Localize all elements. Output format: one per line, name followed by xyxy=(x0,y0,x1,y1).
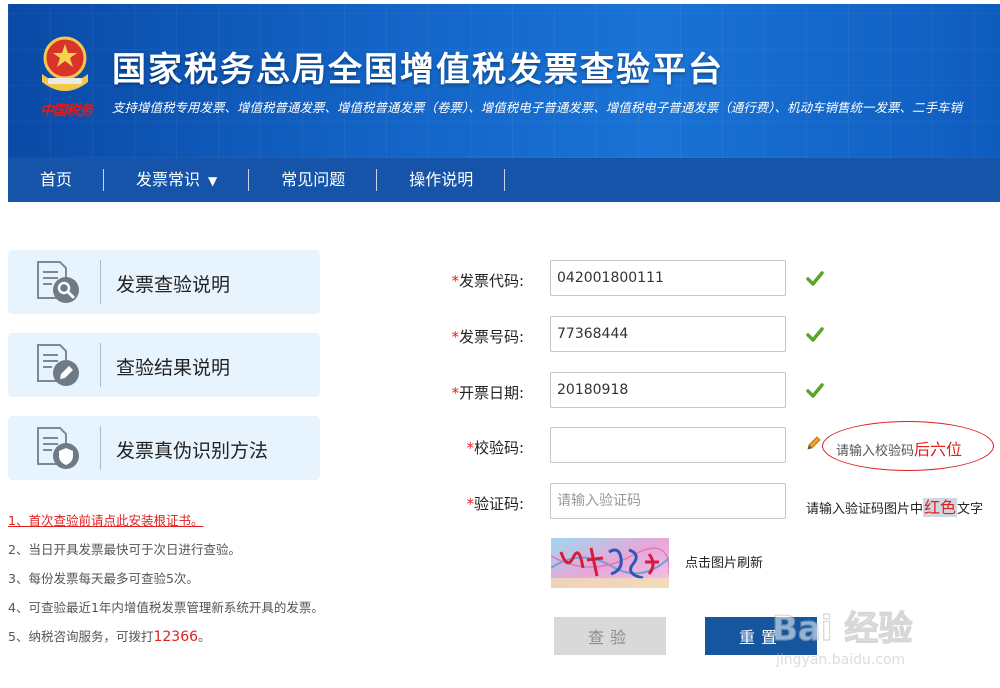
valid-check-icon xyxy=(806,327,824,342)
help-card-label: 发票真伪识别方法 xyxy=(116,440,269,462)
baidu-jingyan-watermark: Bai 经验 jingyan.baidu.com xyxy=(771,608,913,668)
site-title: 国家税务总局全国增值税发票查验平台 xyxy=(112,50,724,90)
check-code-label: *校验码: xyxy=(404,437,524,458)
notice-suffix: 。 xyxy=(198,629,211,644)
pencil-icon xyxy=(807,436,821,450)
invoice-number-input[interactable] xyxy=(550,316,786,352)
header-banner: 中国税务 国家税务总局全国增值税发票查验平台 支持增值税专用发票、增值税普通发票… xyxy=(8,4,1000,158)
notice-item-hotline: 5、纳税咨询服务，可拨打12366。 xyxy=(8,628,388,657)
nav-item-invoice-knowledge[interactable]: 发票常识 ▼ xyxy=(104,158,250,202)
card-divider xyxy=(100,426,101,470)
nav-item-faq[interactable]: 常见问题 xyxy=(249,158,378,202)
captcha-refresh-link[interactable]: 点击图片刷新 xyxy=(685,552,763,571)
valid-check-icon xyxy=(806,271,824,286)
watermark-brand: Bai 经验 xyxy=(772,609,912,649)
label-text: 验证码: xyxy=(473,495,524,513)
required-mark: * xyxy=(451,328,459,346)
valid-check-icon xyxy=(806,383,824,398)
hotline-number: 12366 xyxy=(153,629,199,645)
doc-search-icon xyxy=(37,261,79,303)
hint-emphasis: 后六位 xyxy=(914,440,963,459)
tax-emblem-icon xyxy=(42,36,88,91)
label-text: 校验码: xyxy=(473,439,524,457)
notice-install-certificate-link[interactable]: 1、首次查验前请点此安装根证书。 xyxy=(8,512,388,541)
captcha-image[interactable] xyxy=(551,538,669,588)
check-button[interactable]: 查验 xyxy=(554,617,666,655)
notice-item: 3、每份发票每天最多可查验5次。 xyxy=(8,571,199,586)
doc-shield-icon xyxy=(37,427,79,469)
label-text: 发票号码: xyxy=(458,328,524,346)
nav-item-home[interactable]: 首页 xyxy=(8,158,105,202)
nav-item-label: 首页 xyxy=(40,170,73,189)
invoice-number-label: *发票号码: xyxy=(404,326,524,347)
main-nav: 首页 发票常识 ▼ 常见问题 操作说明 xyxy=(8,158,1000,202)
help-card-label: 查验结果说明 xyxy=(116,357,231,379)
hint-text: 请输入校验码 xyxy=(836,444,915,459)
notice-text: 5、纳税咨询服务，可拨打 xyxy=(8,629,154,644)
hint-text: 请输入验证码图片中 xyxy=(806,502,924,517)
invoice-code-label: *发票代码: xyxy=(404,270,524,291)
nav-item-label: 发票常识 xyxy=(136,170,201,189)
captcha-input[interactable] xyxy=(550,483,786,519)
issue-date-label: *开票日期: xyxy=(404,382,524,403)
invoice-code-input[interactable] xyxy=(550,260,786,296)
check-code-hint: 请输入校验码后六位 xyxy=(836,436,962,460)
hint-suffix: 文字 xyxy=(957,502,984,517)
hint-emphasis: 红色 xyxy=(923,498,958,517)
site-subtitle: 支持增值税专用发票、增值税普通发票、增值税普通发票（卷票）、增值税电子普通发票、… xyxy=(112,100,963,115)
captcha-hint: 请输入验证码图片中红色文字 xyxy=(806,494,983,518)
card-divider xyxy=(100,343,101,387)
help-card-verification-guide[interactable]: 发票查验说明 xyxy=(8,250,320,314)
watermark-url: jingyan.baidu.com xyxy=(775,652,905,668)
card-divider xyxy=(100,260,101,304)
issue-date-input[interactable] xyxy=(550,372,786,408)
captcha-label: *验证码: xyxy=(404,493,524,514)
required-mark: * xyxy=(451,272,459,290)
label-text: 发票代码: xyxy=(458,272,524,290)
notice-list: 1、首次查验前请点此安装根证书。 2、当日开具发票最快可于次日进行查验。 3、每… xyxy=(8,512,388,657)
nav-item-label: 常见问题 xyxy=(281,170,346,189)
emblem-caption: 中国税务 xyxy=(40,103,93,119)
chevron-down-icon: ▼ xyxy=(208,174,218,188)
help-card-result-guide[interactable]: 查验结果说明 xyxy=(8,333,320,397)
help-card-authenticity-guide[interactable]: 发票真伪识别方法 xyxy=(8,416,320,480)
notice-item: 2、当日开具发票最快可于次日进行查验。 xyxy=(8,542,241,557)
nav-item-instructions[interactable]: 操作说明 xyxy=(377,158,506,202)
label-text: 开票日期: xyxy=(458,384,524,402)
help-card-label: 发票查验说明 xyxy=(116,274,231,296)
required-mark: * xyxy=(466,495,474,513)
required-mark: * xyxy=(451,384,459,402)
doc-edit-icon xyxy=(37,344,79,386)
check-code-input[interactable] xyxy=(550,427,786,463)
nav-item-label: 操作说明 xyxy=(409,170,474,189)
notice-item: 4、可查验最近1年内增值税发票管理新系统开具的发票。 xyxy=(8,600,324,615)
required-mark: * xyxy=(466,439,474,457)
